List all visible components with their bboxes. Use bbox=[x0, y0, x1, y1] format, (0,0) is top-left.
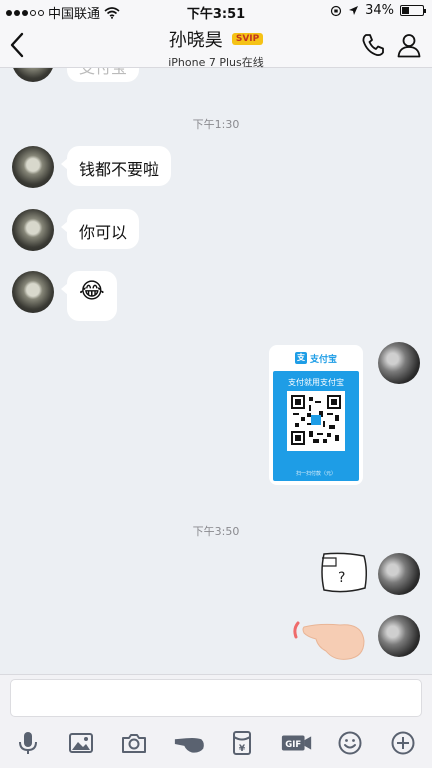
alipay-logo-icon: 支 bbox=[294, 352, 307, 364]
image-icon bbox=[69, 733, 93, 753]
message-text: 钱都不要啦 bbox=[79, 160, 160, 179]
battery-icon bbox=[400, 5, 426, 16]
add-icon bbox=[391, 731, 415, 755]
more-button[interactable] bbox=[387, 727, 419, 759]
person-icon[interactable] bbox=[396, 32, 422, 58]
gif-button[interactable]: GIF bbox=[279, 727, 315, 759]
message-input[interactable] bbox=[10, 679, 422, 717]
message-text: 你可以 bbox=[79, 223, 128, 242]
status-bar: 中国联通 下午3:51 34% bbox=[0, 0, 432, 22]
qr-code bbox=[287, 391, 345, 451]
chat-area[interactable]: 支付宝 下午1:30 钱都不要啦 你可以 😂 支 支付宝 支付就用支付宝 bbox=[0, 68, 432, 674]
gif-label: GIF bbox=[285, 740, 301, 750]
battery-percent: 34% bbox=[365, 3, 394, 18]
pointing-hand-sticker[interactable] bbox=[290, 613, 370, 663]
message-bubble[interactable]: 😂 bbox=[61, 271, 117, 321]
composer: ¥ GIF bbox=[0, 674, 432, 768]
red-packet-label: ¥ bbox=[239, 744, 246, 754]
navigation-bar: 孙晓昊 SVIP iPhone 7 Plus在线 bbox=[0, 22, 432, 69]
voice-button[interactable] bbox=[12, 727, 44, 759]
camera-button[interactable] bbox=[118, 727, 150, 759]
photo-button[interactable] bbox=[65, 727, 97, 759]
contact-name[interactable]: 孙晓昊 bbox=[169, 26, 223, 52]
contact-avatar[interactable] bbox=[12, 209, 54, 251]
red-packet-icon: ¥ bbox=[233, 731, 251, 755]
time-divider: 下午1:30 bbox=[192, 118, 240, 131]
input-toolbar: ¥ GIF bbox=[0, 727, 432, 761]
message-bubble[interactable]: 支付宝 bbox=[67, 68, 140, 82]
alipay-qr-card[interactable]: 支 支付宝 支付就用支付宝 扫一扫付款（元） bbox=[269, 345, 363, 485]
orientation-lock-icon bbox=[330, 5, 342, 16]
gif-icon: GIF bbox=[281, 735, 312, 751]
emoji-icon bbox=[338, 731, 362, 755]
message-text: 支付宝 bbox=[79, 68, 127, 77]
message-bubble[interactable]: 你可以 bbox=[60, 209, 140, 249]
emoji-button[interactable] bbox=[334, 727, 366, 759]
svg-text:?: ? bbox=[338, 570, 345, 586]
contact-avatar[interactable] bbox=[12, 146, 54, 188]
message-bubble[interactable]: 钱都不要啦 bbox=[60, 146, 172, 186]
poke-icon bbox=[174, 737, 204, 753]
phone-icon[interactable] bbox=[360, 32, 386, 58]
poke-button[interactable] bbox=[172, 727, 208, 759]
red-packet-button[interactable]: ¥ bbox=[226, 727, 258, 759]
mic-icon bbox=[19, 732, 37, 754]
my-avatar[interactable] bbox=[378, 553, 420, 595]
contact-avatar[interactable] bbox=[12, 68, 54, 82]
my-avatar[interactable] bbox=[378, 342, 420, 384]
alipay-brand: 支付宝 bbox=[309, 354, 337, 365]
qr-footer: 扫一扫付款（元） bbox=[295, 471, 336, 477]
contact-avatar[interactable] bbox=[12, 271, 54, 313]
qr-caption: 支付就用支付宝 bbox=[288, 378, 344, 387]
question-mark-sticker[interactable]: ? bbox=[318, 550, 370, 596]
emoji-laughing-tears: 😂 bbox=[79, 279, 105, 304]
svip-badge: SVIP bbox=[231, 33, 264, 45]
time-divider: 下午3:50 bbox=[192, 525, 240, 538]
my-avatar[interactable] bbox=[378, 615, 420, 657]
camera-icon bbox=[122, 734, 146, 753]
location-icon bbox=[349, 6, 359, 15]
